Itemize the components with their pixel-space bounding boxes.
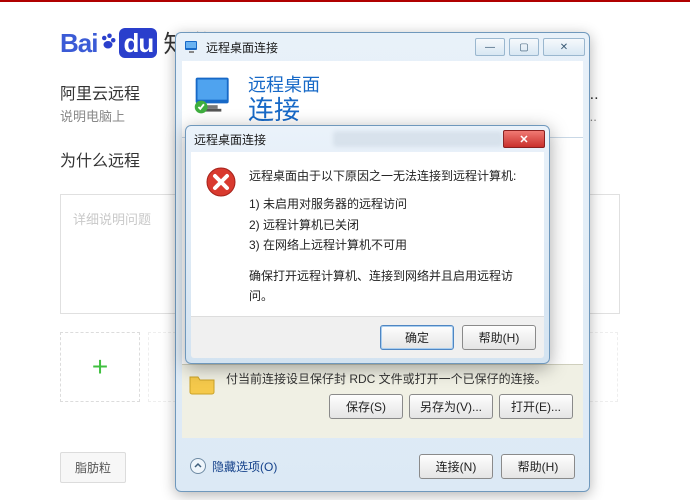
- rdp-header-line1: 远程桌面: [248, 71, 320, 97]
- folder-icon: [188, 371, 216, 398]
- error-reason-3: 3) 在网络上远程计算机不可用: [249, 235, 530, 255]
- saved-connections-strip: 付当前连接设旦保仔封 RDC 文件或打开一个已保仔的连接。 保存(S) 另存为(…: [182, 364, 583, 438]
- error-help-button[interactable]: 帮助(H): [462, 325, 536, 350]
- rdp-window-title: 远程桌面连接: [206, 39, 475, 56]
- question-1-title: 阿里云远程: [60, 80, 140, 104]
- close-button[interactable]: ✕: [543, 38, 585, 56]
- maximize-button[interactable]: ▢: [509, 38, 539, 56]
- error-button-row: 确定 帮助(H): [191, 316, 544, 358]
- error-reason-2: 2) 远程计算机已关闭: [249, 215, 530, 235]
- collapse-options-icon[interactable]: [190, 458, 206, 474]
- rdp-header-line2: 连接: [248, 97, 320, 123]
- question-1-subtitle: 说明电脑上: [60, 106, 125, 125]
- logo-bai: Bai: [60, 28, 97, 58]
- footer-help-button[interactable]: 帮助(H): [501, 454, 575, 479]
- saved-hint-text: 付当前连接设旦保仔封 RDC 文件或打开一个已保仔的连接。: [226, 371, 573, 388]
- error-dialog-title: 远程桌面连接: [194, 131, 329, 148]
- error-body: 远程桌面由于以下原因之一无法连接到远程计算机: 1) 未启用对服务器的远程访问 …: [191, 152, 544, 316]
- ok-button[interactable]: 确定: [380, 325, 454, 350]
- add-image-button[interactable]: +: [60, 332, 140, 402]
- error-titlebar[interactable]: 远程桌面连接 ✕: [186, 126, 549, 152]
- rdp-app-icon: [184, 39, 200, 55]
- tag-chip[interactable]: 脂肪粒: [60, 452, 126, 483]
- save-button[interactable]: 保存(S): [329, 394, 403, 419]
- error-close-button[interactable]: ✕: [503, 130, 545, 148]
- error-reason-1: 1) 未启用对服务器的远程访问: [249, 194, 530, 214]
- save-as-button[interactable]: 另存为(V)...: [409, 394, 493, 419]
- plus-icon: +: [92, 351, 108, 383]
- connect-button[interactable]: 连接(N): [419, 454, 493, 479]
- error-icon: [205, 166, 237, 198]
- blurred-region: [333, 131, 503, 147]
- minimize-button[interactable]: ―: [475, 38, 505, 56]
- close-icon: ✕: [519, 133, 528, 146]
- rdp-footer: 隐藏选项(O) 连接(N) 帮助(H): [182, 444, 583, 488]
- open-button[interactable]: 打开(E)...: [499, 394, 573, 419]
- error-header-text: 远程桌面由于以下原因之一无法连接到远程计算机:: [249, 166, 530, 186]
- error-advice-text: 确保打开远程计算机、连接到网络并且启用远程访问。: [249, 266, 530, 307]
- logo-du: du: [119, 28, 157, 58]
- question-2-title: 为什么远程: [60, 147, 140, 171]
- paw-icon: [99, 32, 117, 55]
- hide-options-link[interactable]: 隐藏选项(O): [212, 458, 419, 475]
- error-dialog: 远程桌面连接 ✕ 远程桌面由于以下原因之一无法连接到远程计算机: 1) 未启用对…: [185, 125, 550, 364]
- rdp-monitor-icon: [192, 74, 236, 121]
- rdp-titlebar[interactable]: 远程桌面连接 ― ▢ ✕: [176, 33, 589, 61]
